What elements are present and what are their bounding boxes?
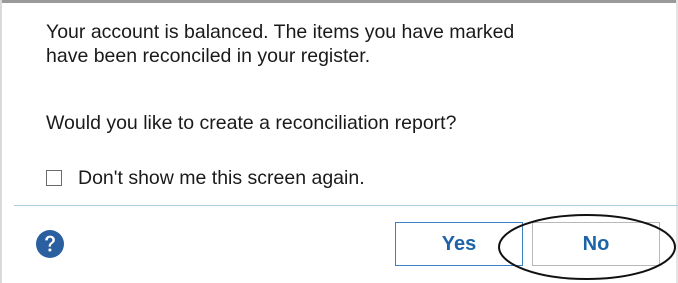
dont-show-again-label[interactable]: Don't show me this screen again. xyxy=(78,166,365,190)
no-button[interactable]: No xyxy=(532,222,660,266)
message-line-1: Your account is balanced. The items you … xyxy=(46,21,515,43)
report-question: Would you like to create a reconciliatio… xyxy=(46,112,457,134)
window-left-border xyxy=(0,0,2,283)
balanced-message: Your account is balanced. The items you … xyxy=(46,20,646,68)
window-top-border xyxy=(0,0,678,3)
message-line-2: have been reconciled in your register. xyxy=(46,45,371,67)
dont-show-again-row[interactable]: Don't show me this screen again. xyxy=(46,166,365,190)
dont-show-again-checkbox[interactable] xyxy=(46,170,62,186)
reconciliation-dialog: Your account is balanced. The items you … xyxy=(0,0,678,283)
question-mark-circle-icon[interactable] xyxy=(35,229,65,259)
yes-button[interactable]: Yes xyxy=(395,222,523,266)
footer-divider xyxy=(14,205,678,206)
